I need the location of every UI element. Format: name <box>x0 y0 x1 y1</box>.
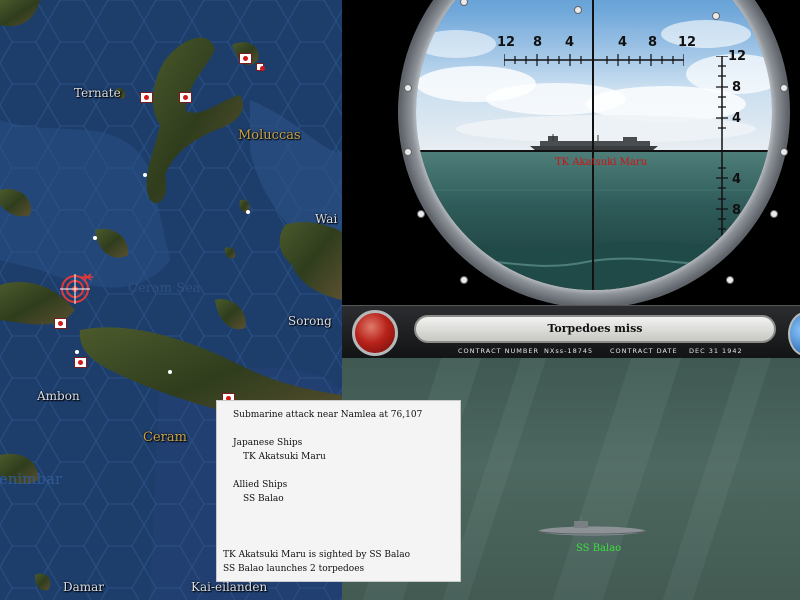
allied-ships-title: Allied Ships <box>233 480 288 490</box>
continue-button[interactable] <box>788 312 800 356</box>
report-event: TK Akatsuki Maru is sighted by SS Balao <box>223 550 411 560</box>
rivet <box>712 12 720 20</box>
place-label: Kai-eilanden <box>191 580 268 594</box>
submarine-icon[interactable] <box>536 517 648 541</box>
japanese-base-flag-icon[interactable] <box>179 92 192 103</box>
light-beam <box>552 358 682 600</box>
sea-label: Tenimbar <box>0 470 63 488</box>
rivet <box>770 210 778 218</box>
bearing-tick: 8 <box>533 35 543 50</box>
bearing-scale <box>504 54 684 66</box>
elevation-scale <box>716 56 728 240</box>
elevation-tick: 4 <box>732 172 742 187</box>
combat-report-panel: Submarine attack near Namlea at 76,107 J… <box>216 400 461 582</box>
place-label: Ternate <box>74 86 121 100</box>
elevation-tick: 12 <box>728 49 747 64</box>
rivet <box>404 84 412 92</box>
target-ship-label: TK Akatsuki Maru <box>555 157 648 168</box>
periscope-lens: 12 8 4 4 8 12 12 8 4 4 8 12 TK Akatsuki … <box>416 0 772 290</box>
submarine-label: SS Balao <box>576 543 622 554</box>
contract-number-label: CONTRACT NUMBER <box>458 347 539 355</box>
bearing-tick: 4 <box>565 35 575 50</box>
place-label: Sorong <box>288 314 332 328</box>
report-event: SS Balao launches 2 torpedoes <box>223 564 365 574</box>
japanese-ships-title: Japanese Ships <box>233 438 303 448</box>
sea-label: Ceram Sea <box>128 281 201 296</box>
periscope-view: 12 8 4 4 8 12 12 8 4 4 8 12 TK Akatsuki … <box>342 0 800 305</box>
elevation-tick: 8 <box>732 80 742 95</box>
fire-button[interactable] <box>352 310 398 356</box>
light-beam <box>662 358 772 600</box>
rivet <box>404 148 412 156</box>
combat-status-bar: Torpedoes miss <box>414 315 776 343</box>
region-label: Moluccas <box>238 128 301 143</box>
contract-date-value: DEC 31 1942 <box>689 347 743 355</box>
elevation-tick: 12 <box>728 232 747 247</box>
crosshair-vertical <box>592 0 594 290</box>
japanese-base-flag-icon[interactable] <box>239 53 252 64</box>
control-strip: Torpedoes miss CONTRACT NUMBER NXss-1874… <box>342 305 800 359</box>
place-label: Ambon <box>37 389 80 403</box>
japanese-base-flag-icon[interactable] <box>140 92 153 103</box>
bearing-tick: 4 <box>618 35 628 50</box>
rivet <box>726 276 734 284</box>
rivet <box>574 6 582 14</box>
report-header: Submarine attack near Namlea at 76,107 <box>233 410 423 420</box>
japanese-base-flag-icon[interactable] <box>74 357 87 368</box>
place-label: Damar <box>63 580 105 594</box>
bearing-tick: 12 <box>678 35 697 50</box>
japanese-ship-name: TK Akatsuki Maru <box>243 452 326 462</box>
allied-ship-name: SS Balao <box>243 494 284 504</box>
region-label: Ceram <box>143 430 187 445</box>
contract-date-label: CONTRACT DATE <box>610 347 678 355</box>
elevation-tick: 8 <box>732 203 742 218</box>
elevation-tick: 4 <box>732 111 742 126</box>
rivet <box>780 84 788 92</box>
rivet <box>417 210 425 218</box>
japanese-base-flag-icon[interactable] <box>54 318 67 329</box>
place-label: Wai <box>315 212 338 226</box>
rivet <box>460 276 468 284</box>
bearing-tick: 8 <box>648 35 658 50</box>
bearing-tick: 12 <box>497 35 516 50</box>
target-marker-icon[interactable] <box>60 271 94 305</box>
rivet <box>780 148 788 156</box>
japanese-base-flag-icon[interactable] <box>256 63 265 71</box>
contract-number-value: NXss-18745 <box>544 347 594 355</box>
